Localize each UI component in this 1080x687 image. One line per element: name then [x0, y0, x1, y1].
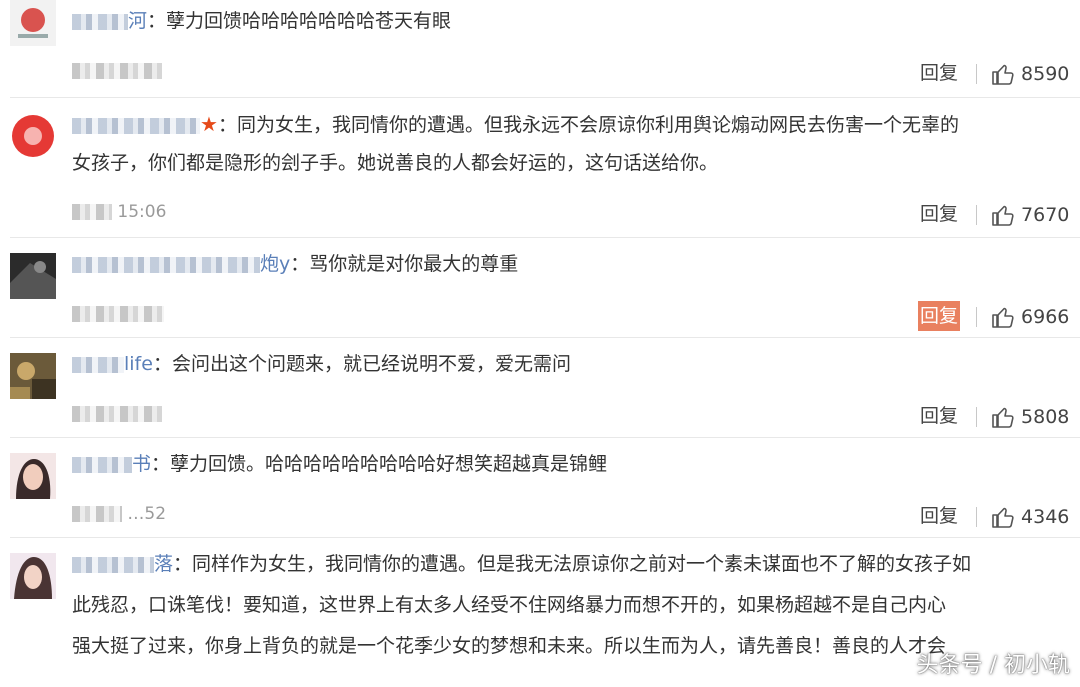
divider [976, 63, 978, 84]
timestamp: …52 [72, 502, 166, 526]
divider [976, 406, 978, 427]
timestamp [72, 402, 162, 426]
comment-text-line: 书：孽力回馈。哈哈哈哈哈哈哈哈哈好想笑超越真是锦鲤 [72, 449, 607, 479]
comment-text: ：骂你就是对你最大的尊重 [290, 253, 519, 275]
avatar[interactable] [10, 0, 56, 46]
comment-text: 强大挺了过来，你身上背负的就是一个花季少女的梦想和未来。所以生而为人，请先善良！… [72, 635, 947, 657]
thumbs-up-icon[interactable] [991, 505, 1015, 529]
thumbs-up-icon[interactable] [991, 305, 1015, 329]
like-count: 8590 [1021, 62, 1070, 85]
reply-button[interactable]: 回复 [918, 501, 960, 531]
comment-actions: 回复 7670 [918, 199, 1069, 229]
comment-list: 河：孽力回馈哈哈哈哈哈哈哈苍天有眼 回复 8590 ★：同为女生，我同情你的遭遇。… [10, 0, 1080, 687]
watermark: 头条号 / 初小轨 [916, 653, 1070, 678]
comment-item: 书：孽力回馈。哈哈哈哈哈哈哈哈哈好想笑超越真是锦鲤 …52 回复 4346 [10, 437, 1080, 538]
username[interactable]: 书 [72, 449, 151, 479]
timestamp [72, 302, 164, 326]
like-count: 4346 [1021, 505, 1070, 528]
comment-text: ：会问出这个问题来，就已经说明不爱，爱无需问 [152, 353, 571, 375]
divider [976, 204, 978, 225]
avatar[interactable] [10, 113, 56, 159]
comment-actions: 回复 4346 [918, 501, 1069, 531]
avatar[interactable] [10, 253, 56, 299]
timestamp: 15:06 [72, 200, 166, 224]
thumbs-up-icon[interactable] [991, 203, 1015, 227]
comment-item: ★：同为女生，我同情你的遭遇。但我永远不会原谅你利用舆论煽动网民去伤害一个无辜的… [10, 97, 1080, 238]
comment-text: 女孩子，你们都是隐形的刽子手。她说善良的人都会好运的，这句话送给你。 [72, 152, 719, 174]
comment-text-line: life：会问出这个问题来，就已经说明不爱，爱无需问 [72, 349, 571, 379]
comment-text: ：同样作为女生，我同情你的遭遇。但是我无法原谅你之前对一个素未谋面也不了解的女孩… [173, 553, 972, 575]
username[interactable]: 炮y [72, 249, 290, 279]
reply-button[interactable]: 回复 [918, 401, 960, 431]
avatar[interactable] [10, 553, 56, 599]
thumbs-up-icon[interactable] [991, 405, 1015, 429]
star-icon: ★ [200, 112, 218, 136]
like-count: 5808 [1021, 405, 1070, 428]
comment-item: 炮y：骂你就是对你最大的尊重 回复 6966 [10, 237, 1080, 338]
comment-text-line: 强大挺了过来，你身上背负的就是一个花季少女的梦想和未来。所以生而为人，请先善良！… [72, 631, 946, 661]
reply-button[interactable]: 回复 [918, 58, 960, 88]
like-count: 7670 [1021, 203, 1070, 226]
avatar[interactable] [10, 453, 56, 499]
timestamp [72, 59, 162, 83]
username[interactable]: ★ [72, 109, 218, 140]
username[interactable]: 落 [72, 549, 173, 579]
comment-text-line: 女孩子，你们都是隐形的刽子手。她说善良的人都会好运的，这句话送给你。 [72, 148, 718, 178]
avatar[interactable] [10, 353, 56, 399]
thumbs-up-icon[interactable] [991, 62, 1015, 86]
comment-actions: 回复 8590 [918, 58, 1069, 88]
comment-text: ：同为女生，我同情你的遭遇。但我永远不会原谅你利用舆论煽动网民去伤害一个无辜的 [217, 114, 959, 136]
comment-item: life：会问出这个问题来，就已经说明不爱，爱无需问 回复 5808 [10, 337, 1080, 438]
comment-text: ：孽力回馈。哈哈哈哈哈哈哈哈哈好想笑超越真是锦鲤 [151, 453, 608, 475]
reply-button[interactable]: 回复 [918, 199, 960, 229]
reply-button[interactable]: 回复 [918, 301, 961, 331]
comment-text: 此残忍，口诛笔伐！要知道，这世界上有太多人经受不住网络暴力而想不开的，如果杨超越… [72, 594, 947, 616]
like-count: 6966 [1021, 305, 1070, 328]
comment-item: 河：孽力回馈哈哈哈哈哈哈哈苍天有眼 回复 8590 [10, 0, 1080, 98]
comment-actions: 回复 6966 [918, 301, 1069, 331]
comment-text-line: ★：同为女生，我同情你的遭遇。但我永远不会原谅你利用舆论煽动网民去伤害一个无辜的 [72, 109, 959, 139]
comment-text-line: 炮y：骂你就是对你最大的尊重 [72, 249, 518, 279]
comment-text-line: 此残忍，口诛笔伐！要知道，这世界上有太多人经受不住网络暴力而想不开的，如果杨超越… [72, 590, 946, 620]
divider [976, 306, 978, 327]
comment-text: ：孽力回馈哈哈哈哈哈哈哈苍天有眼 [147, 10, 452, 32]
comment-text-line: 河：孽力回馈哈哈哈哈哈哈哈苍天有眼 [72, 6, 451, 36]
username[interactable]: life [72, 349, 153, 379]
comment-actions: 回复 5808 [918, 401, 1069, 431]
comment-text-line: 落：同样作为女生，我同情你的遭遇。但是我无法原谅你之前对一个素未谋面也不了解的女… [72, 549, 971, 579]
divider [976, 506, 978, 527]
username[interactable]: 河 [72, 6, 147, 36]
